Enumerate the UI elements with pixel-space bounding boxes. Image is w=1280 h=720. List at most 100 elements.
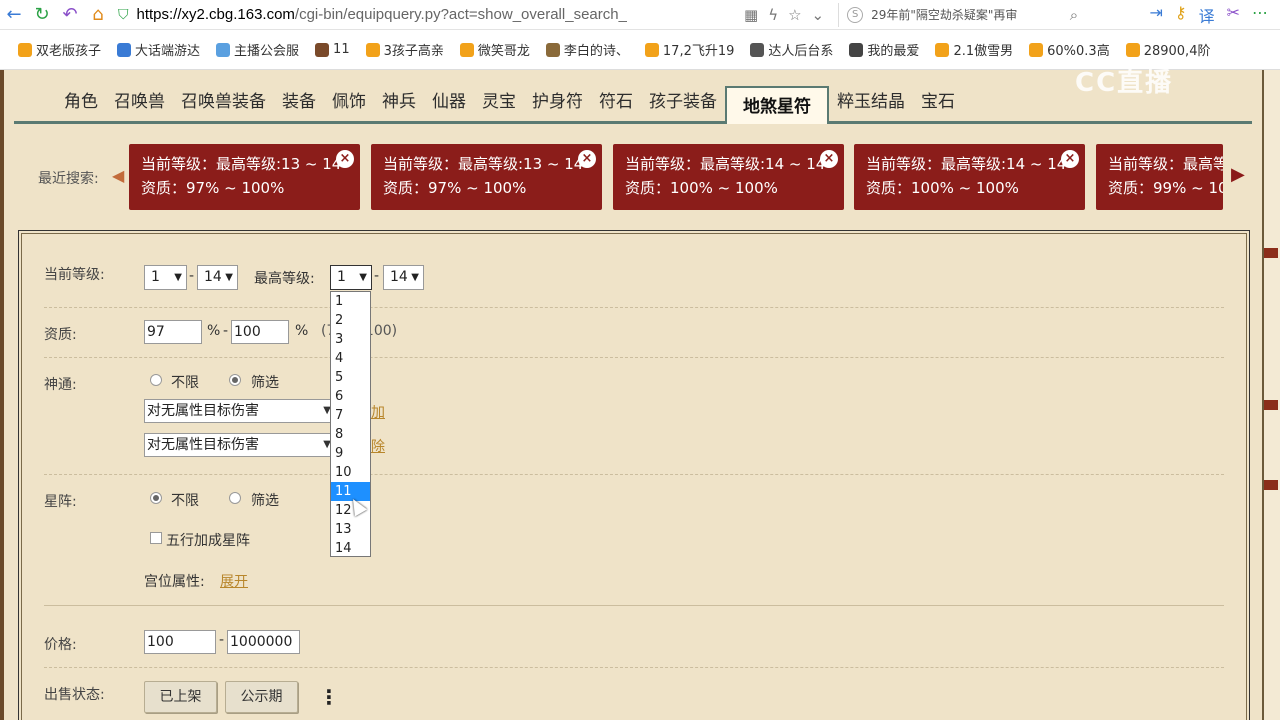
dropdown-option[interactable]: 5 (331, 368, 370, 387)
key-icon[interactable]: ⚷ (1175, 3, 1187, 27)
shentong-unlimited-radio[interactable] (150, 374, 162, 386)
category-tabs: 角色 召唤兽 召唤兽装备 装备 佩饰 神兵 仙器 灵宝 护身符 符石 孩子装备 地煞星符 粹玉结晶 宝石 (14, 84, 1252, 124)
bookmark-item[interactable]: 2.1傲雪男 (935, 40, 1013, 59)
search-box[interactable]: S 29年前"隔空劫杀疑案"再审 ⌕ (838, 2, 1078, 27)
dropdown-option[interactable]: 4 (331, 349, 370, 368)
back-icon[interactable]: ← (0, 1, 28, 29)
translate-icon[interactable]: 译 (1199, 3, 1215, 27)
dash: - (223, 323, 229, 339)
bookmark-icon (315, 42, 330, 57)
tab-0[interactable]: 角色 (56, 83, 106, 121)
close-icon[interactable]: × (578, 150, 596, 168)
star-icon[interactable]: ☆ (788, 6, 801, 24)
max-level-max-select[interactable]: 14 ▼ (383, 265, 424, 290)
tab-7[interactable]: 灵宝 (474, 83, 524, 121)
max-level-dropdown-list[interactable]: 1 2 3 4 5 6 7 8 9 10 11 12 13 14 (330, 291, 371, 557)
tab-8[interactable]: 护身符 (524, 83, 591, 121)
lightning-icon[interactable]: ϟ (768, 6, 778, 24)
current-level-min-select[interactable]: 1 ▼ (144, 265, 187, 290)
tab-9[interactable]: 符石 (591, 83, 641, 121)
login-icon[interactable]: ⇥ (1149, 3, 1162, 27)
scissors-icon[interactable]: ✂ (1227, 3, 1240, 27)
chip-line2: 资质：97% ~ 100% (141, 179, 285, 197)
recent-search-chip[interactable]: 当前等级：最高等级:14 ~ 14 资质：99% ~ 100% (1096, 144, 1223, 210)
xingzhen-unlimited-radio[interactable] (150, 492, 162, 504)
tab-12[interactable]: 粹玉结晶 (829, 83, 913, 121)
bookmark-item[interactable]: 11 (315, 42, 350, 57)
separator (44, 474, 1224, 475)
public-period-button[interactable]: 公示期 (225, 681, 298, 713)
tab-5[interactable]: 神兵 (374, 83, 424, 121)
bookmark-icon (18, 42, 32, 57)
dropdown-option[interactable]: 10 (331, 463, 370, 482)
bookmark-item[interactable]: 李白的诗、 (545, 40, 629, 59)
bookmark-item[interactable]: 17,2飞升19 (644, 40, 734, 59)
bookmark-item[interactable]: 主播公会服 (216, 40, 299, 59)
address-bar[interactable]: ⛉ https://xy2.cbg.163.com/cgi-bin/equipq… (118, 2, 738, 28)
quality-min-input[interactable]: 97 (144, 320, 202, 344)
xingzhen-filter-radio[interactable] (229, 492, 241, 504)
undo-icon[interactable]: ↶ (56, 1, 84, 29)
close-icon[interactable]: × (820, 150, 838, 168)
grid-icon[interactable]: ▦ (744, 6, 758, 24)
tab-13[interactable]: 宝石 (913, 83, 963, 121)
price-min-input[interactable]: 100 (144, 630, 216, 654)
dropdown-option[interactable]: 8 (331, 425, 370, 444)
watermark-logo: CC直播 (1075, 68, 1174, 98)
current-level-max-select[interactable]: 14 ▼ (197, 265, 238, 290)
bookmark-item[interactable]: 大话端游达 (117, 40, 200, 59)
expand-link[interactable]: 展开 (220, 571, 248, 591)
dropdown-option[interactable]: 13 (331, 520, 370, 539)
search-icon[interactable]: ⌕ (1070, 6, 1078, 24)
delete-link[interactable]: 除 (371, 436, 385, 456)
bookmark-item[interactable]: 28900,4阶 (1125, 40, 1210, 59)
bookmark-item[interactable]: 我的最爱 (849, 40, 919, 59)
shentong-select-2[interactable]: 对无属性目标伤害 ▼ (144, 433, 334, 457)
more-options-icon[interactable]: ⋮ (319, 685, 339, 709)
recent-search-chip[interactable]: 当前等级：最高等级:14 ~ 14 资质：100% ~ 100% × (613, 144, 844, 210)
max-level-min-select[interactable]: 1 ▼ (330, 265, 372, 290)
bookmark-item[interactable]: 60%0.3高 (1029, 40, 1110, 59)
quality-max-input[interactable]: 100 (231, 320, 289, 344)
dropdown-option[interactable]: 2 (331, 311, 370, 330)
bookmark-label: 李白的诗、 (563, 44, 629, 59)
shentong-select-1[interactable]: 对无属性目标伤害 ▼ (144, 399, 334, 423)
dropdown-option[interactable]: 1 (331, 292, 370, 311)
close-icon[interactable]: × (336, 150, 354, 168)
dash: - (374, 268, 380, 284)
price-max-input[interactable]: 1000000 (227, 630, 300, 654)
bookmark-item[interactable]: 3孩子高亲 (365, 40, 444, 59)
bookmark-item[interactable]: 双老版孩子 (18, 40, 101, 59)
bookmark-icon (459, 42, 474, 57)
tab-6[interactable]: 仙器 (424, 83, 474, 121)
wuxing-checkbox[interactable] (150, 532, 162, 544)
recent-search-chip[interactable]: 当前等级：最高等级:13 ~ 14 资质：97% ~ 100% × (129, 144, 360, 210)
close-icon[interactable]: × (1061, 150, 1079, 168)
more-icon[interactable]: ⋯ (1252, 3, 1268, 27)
tab-10[interactable]: 孩子装备 (641, 83, 725, 121)
tab-3[interactable]: 装备 (274, 83, 324, 121)
bookmark-label: 2.1傲雪男 (953, 44, 1014, 59)
tab-2[interactable]: 召唤兽装备 (173, 83, 274, 121)
dropdown-option[interactable]: 3 (331, 330, 370, 349)
shentong-filter-radio[interactable] (229, 374, 241, 386)
dropdown-option[interactable]: 7 (331, 406, 370, 425)
add-link[interactable]: 加 (371, 402, 385, 422)
dropdown-option[interactable]: 9 (331, 444, 370, 463)
tab-11[interactable]: 地煞星符 (725, 86, 829, 124)
tab-4[interactable]: 佩饰 (324, 83, 374, 121)
recent-search-chip[interactable]: 当前等级：最高等级:14 ~ 14 资质：100% ~ 100% × (854, 144, 1085, 210)
dropdown-option[interactable]: 6 (331, 387, 370, 406)
bookmark-item[interactable]: 达人后台系 (750, 40, 833, 59)
tab-1[interactable]: 召唤兽 (106, 83, 173, 121)
dropdown-option[interactable]: 11 (331, 482, 370, 501)
home-icon[interactable]: ⌂ (84, 1, 112, 29)
recent-search-chip[interactable]: 当前等级：最高等级:13 ~ 14 资质：97% ~ 100% × (371, 144, 602, 210)
dropdown-option[interactable]: 14 (331, 539, 370, 558)
chevron-down-icon[interactable]: ⌄ (812, 6, 825, 24)
scroll-left-icon[interactable]: ◀ (112, 166, 124, 185)
listed-button[interactable]: 已上架 (144, 681, 217, 713)
bookmark-item[interactable]: 微笑哥龙 (459, 40, 530, 59)
reload-icon[interactable]: ↻ (28, 1, 56, 29)
scroll-right-icon[interactable]: ▶ (1231, 164, 1245, 185)
